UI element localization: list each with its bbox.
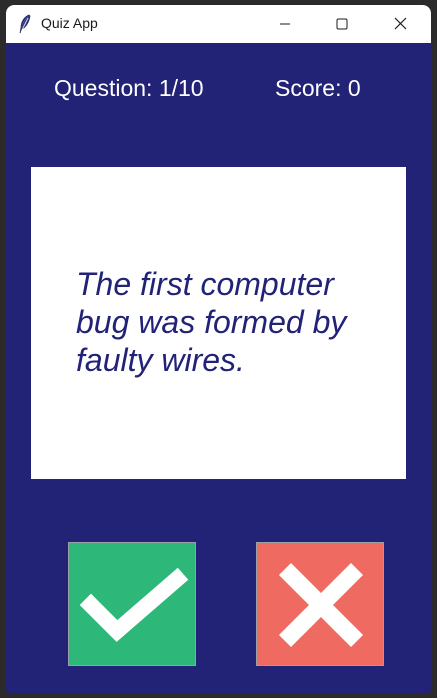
true-button[interactable] [68, 542, 196, 666]
minimize-icon [280, 23, 290, 25]
title-bar[interactable]: Quiz App [6, 5, 431, 43]
cross-icon [278, 562, 364, 648]
maximize-icon [336, 18, 348, 30]
minimize-button[interactable] [262, 5, 308, 43]
window-title: Quiz App [41, 15, 98, 31]
question-card: The first computer bug was formed by fau… [31, 167, 406, 479]
close-button[interactable] [376, 5, 422, 43]
false-button[interactable] [256, 542, 384, 666]
maximize-button[interactable] [318, 5, 364, 43]
score-label: Score: 0 [275, 75, 361, 101]
question-text: The first computer bug was formed by fau… [76, 266, 347, 378]
close-icon [394, 17, 407, 30]
feather-icon [18, 14, 32, 34]
question-counter: Question: 1/10 [54, 75, 204, 101]
checkmark-icon [79, 567, 189, 642]
app-window: Quiz App Question: 1/10 Score: 0 The fir… [6, 5, 431, 693]
